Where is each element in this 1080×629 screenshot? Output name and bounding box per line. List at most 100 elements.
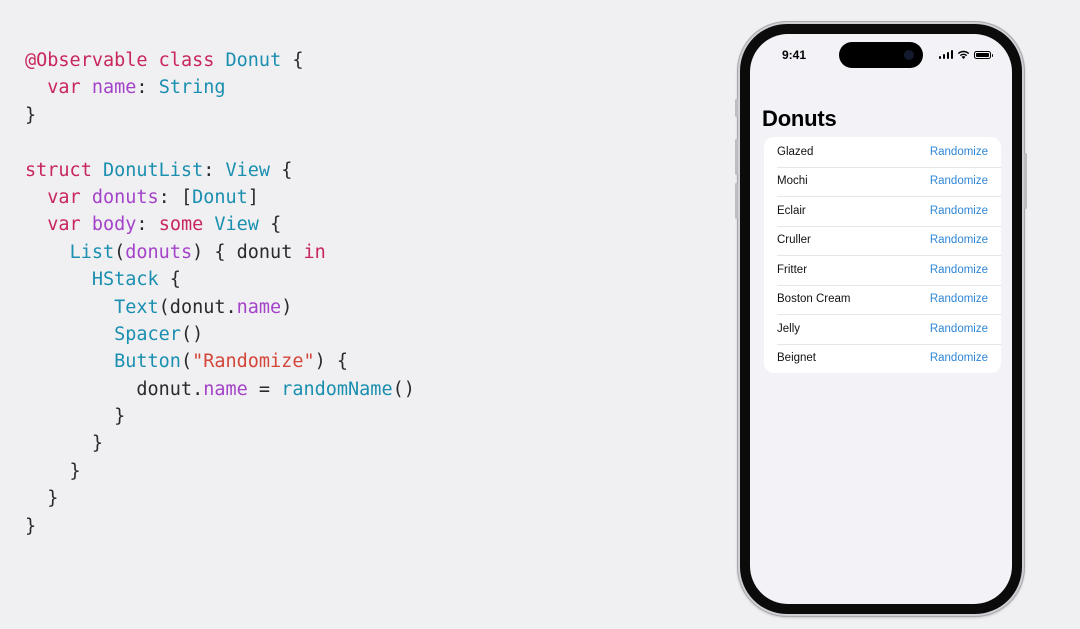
side-button — [1024, 153, 1027, 209]
code-token: Text — [114, 296, 159, 318]
code-token: Donut — [192, 186, 248, 208]
code-line: var donuts: [Donut] — [25, 184, 415, 211]
code-token: } — [25, 104, 37, 126]
code-line: Spacer() — [25, 321, 415, 348]
randomize-button[interactable]: Randomize — [930, 146, 988, 158]
phone-bezel: 9:41 Donuts Glazed Randomize Mochi Randomiz… — [740, 24, 1022, 614]
code-token: var — [47, 214, 81, 236]
code-token: name — [91, 77, 137, 99]
code-token: : — [136, 214, 159, 236]
iphone-mockup: 9:41 Donuts Glazed Randomize Mochi Randomiz… — [735, 21, 1027, 617]
code-token: ) — [281, 296, 293, 318]
code-line: var name: String — [25, 74, 415, 101]
donut-name: Eclair — [777, 204, 806, 217]
code-token: name — [236, 296, 282, 318]
list-item: Glazed Randomize — [764, 137, 1001, 167]
status-time: 9:41 — [782, 48, 807, 62]
randomize-button[interactable]: Randomize — [930, 205, 988, 217]
list-item: Eclair Randomize — [764, 196, 1001, 226]
camera-icon — [904, 50, 914, 60]
code-token: } — [25, 460, 81, 482]
action-button — [735, 99, 738, 117]
code-token: : — [203, 159, 226, 181]
donut-name: Boston Cream — [777, 293, 851, 306]
code-token: () — [392, 378, 415, 400]
code-token: () — [180, 323, 204, 345]
donut-name: Mochi — [777, 175, 808, 188]
code-token: List — [69, 241, 115, 263]
code-token: { — [258, 214, 282, 236]
code-line: struct DonutList: View { — [25, 157, 415, 184]
code-token: var — [47, 77, 81, 99]
code-token: : [ — [158, 186, 193, 208]
code-line: } — [25, 458, 415, 485]
code-line: var body: some View { — [25, 211, 415, 238]
volume-down-button — [735, 183, 738, 219]
randomize-button[interactable]: Randomize — [930, 175, 988, 187]
code-token: ( — [114, 241, 126, 263]
code-token: View — [225, 159, 271, 181]
donut-name: Beignet — [777, 352, 817, 365]
code-token: } — [25, 433, 103, 455]
code-line: } — [25, 513, 415, 540]
code-token: { — [281, 50, 304, 71]
code-line: Button("Randomize") { — [25, 348, 415, 375]
list-item: Beignet Randomize — [764, 343, 1001, 374]
phone-screen: 9:41 Donuts Glazed Randomize Mochi Randomiz… — [750, 34, 1012, 604]
code-line: Text(donut.name) — [25, 294, 415, 321]
donut-name: Jelly — [777, 322, 801, 335]
list-item: Fritter Randomize — [764, 255, 1001, 285]
code-token: { — [158, 269, 181, 291]
code-token: donuts — [125, 241, 193, 263]
code-token: = — [247, 378, 282, 400]
code-token: (donut. — [158, 296, 237, 318]
donut-name: Glazed — [777, 145, 814, 158]
code-token: body — [91, 214, 137, 236]
code-token: ) { donut — [192, 241, 304, 263]
code-line: } — [25, 403, 415, 430]
battery-icon — [974, 50, 993, 59]
randomize-button[interactable]: Randomize — [930, 264, 988, 276]
code-token: Button — [114, 351, 181, 373]
donut-list: Glazed Randomize Mochi Randomize Eclair Rando… — [764, 137, 1001, 373]
status-icons — [938, 50, 993, 59]
code-token: var — [47, 186, 81, 208]
dynamic-island — [839, 42, 923, 68]
code-token: View — [214, 214, 259, 236]
code-token: struct — [25, 159, 92, 181]
randomize-button[interactable]: Randomize — [930, 234, 988, 246]
randomize-button[interactable]: Randomize — [930, 352, 988, 364]
list-item: Boston Cream Randomize — [764, 284, 1001, 315]
code-token: name — [203, 378, 248, 400]
randomize-button[interactable]: Randomize — [930, 323, 988, 335]
code-token: in — [303, 241, 326, 263]
code-token: donuts — [91, 186, 159, 208]
code-token: ( — [180, 351, 193, 373]
randomize-button[interactable]: Randomize — [930, 293, 988, 305]
code-token: ) { — [314, 351, 349, 373]
list-item: Mochi Randomize — [764, 166, 1001, 197]
code-token: : — [136, 77, 159, 99]
code-token: Spacer — [114, 323, 181, 345]
code-line: } — [25, 102, 415, 129]
page-title: Donuts — [762, 106, 837, 131]
code-line: HStack { — [25, 266, 415, 293]
code-line: } — [25, 430, 415, 457]
code-line: List(donuts) { donut in — [25, 239, 415, 266]
code-token: Donut — [225, 50, 282, 71]
code-token: HStack — [91, 269, 159, 291]
